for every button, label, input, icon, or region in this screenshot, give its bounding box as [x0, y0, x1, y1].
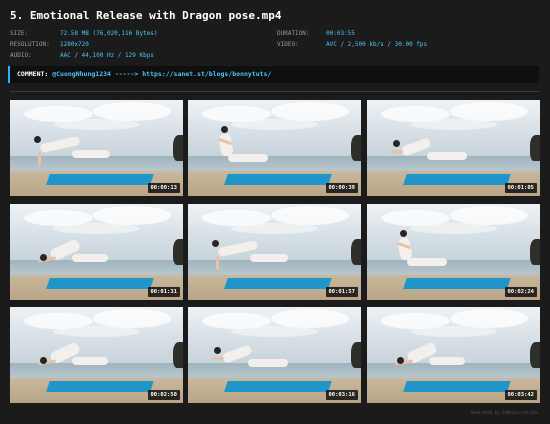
yoga-person: [188, 100, 361, 196]
meta-audio-label: AUDIO:: [10, 52, 32, 59]
meta-size: SIZE: 72.58 MB (76,020,116 Bytes): [10, 28, 158, 39]
divider: [10, 91, 539, 92]
meta-resolution: RESOLUTION: 1280x720: [10, 39, 158, 50]
timestamp-badge: 00:03:42: [504, 390, 537, 400]
timestamp-badge: 00:00:39: [325, 183, 358, 193]
meta-size-label: SIZE:: [10, 30, 29, 37]
comment-text: @CuongNhung1234 -----> https://sanet.st/…: [52, 70, 272, 78]
video-thumbnail[interactable]: 00:00:39: [188, 100, 361, 196]
meta-right: DURATION: 00:03:55 VIDEO: AVC / 2,500 kb/s…: [277, 28, 427, 50]
meta-size-value: 72.58 MB (76,020,116 Bytes): [60, 30, 158, 37]
yoga-person: [367, 100, 540, 196]
timestamp-badge: 00:02:50: [147, 390, 180, 400]
comment-label: COMMENT:: [17, 70, 49, 78]
yoga-person: [10, 204, 183, 300]
video-thumbnail[interactable]: 00:01:57: [188, 204, 361, 300]
yoga-person: [10, 100, 183, 196]
video-thumbnail[interactable]: 00:02:24: [367, 204, 540, 300]
timestamp-badge: 00:02:24: [504, 287, 537, 297]
timestamp-badge: 00:01:57: [325, 287, 358, 297]
meta-audio-value: AAC / 44,100 Hz / 129 Kbps: [60, 52, 154, 59]
page-title: 5. Emotional Release with Dragon pose.mp…: [10, 9, 282, 22]
meta-resolution-label: RESOLUTION:: [10, 41, 50, 48]
meta-duration-label: DURATION:: [277, 30, 310, 37]
yoga-person: [188, 204, 361, 300]
video-thumbnail[interactable]: 00:00:13: [10, 100, 183, 196]
yoga-person: [10, 307, 183, 403]
timestamp-badge: 00:01:31: [147, 287, 180, 297]
yoga-person: [188, 307, 361, 403]
video-thumbnail[interactable]: 00:03:42: [367, 307, 540, 403]
meta-video: VIDEO: AVC / 2,500 kb/s / 30.00 fps: [277, 39, 427, 50]
timestamp-badge: 00:00:13: [147, 183, 180, 193]
yoga-person: [367, 204, 540, 300]
meta-duration-value: 00:03:55: [326, 30, 355, 37]
timestamp-badge: 00:03:16: [325, 390, 358, 400]
comment-bar: COMMENT: @CuongNhung1234 -----> https://…: [8, 66, 539, 83]
video-thumbnail[interactable]: 00:03:16: [188, 307, 361, 403]
footer-credit: Generated by AnMovie.net/Cms: [470, 410, 538, 415]
meta-resolution-value: 1280x720: [60, 41, 89, 48]
yoga-person: [367, 307, 540, 403]
meta-audio: AUDIO: AAC / 44,100 Hz / 129 Kbps: [10, 50, 158, 61]
meta-video-label: VIDEO:: [277, 41, 299, 48]
meta-left: SIZE: 72.58 MB (76,020,116 Bytes) RESOLUT…: [10, 28, 158, 61]
video-thumbnail[interactable]: 00:01:05: [367, 100, 540, 196]
meta-duration: DURATION: 00:03:55: [277, 28, 427, 39]
video-thumbnail[interactable]: 00:02:50: [10, 307, 183, 403]
meta-video-value: AVC / 2,500 kb/s / 30.00 fps: [326, 41, 428, 48]
timestamp-badge: 00:01:05: [504, 183, 537, 193]
video-thumbnail[interactable]: 00:01:31: [10, 204, 183, 300]
